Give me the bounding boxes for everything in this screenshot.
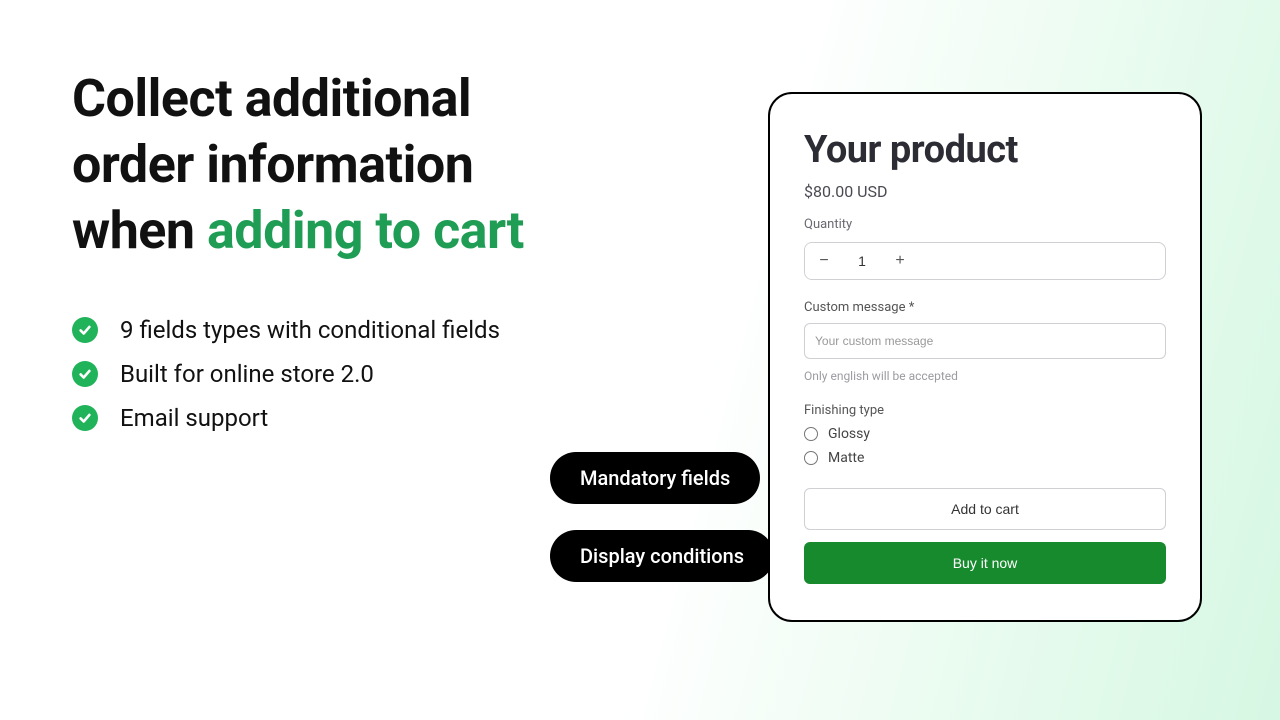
heading-accent: adding to cart — [207, 200, 524, 261]
feature-text: Built for online store 2.0 — [120, 360, 374, 388]
quantity-label: Quantity — [804, 217, 1166, 232]
finishing-radio-label[interactable]: Matte — [828, 450, 864, 466]
product-title: Your product — [804, 128, 1166, 172]
feature-text: 9 fields types with conditional fields — [120, 316, 500, 344]
finishing-radio-matte[interactable] — [804, 451, 818, 465]
page-title: Collect additional order information whe… — [72, 66, 672, 264]
feature-list: 9 fields types with conditional fields B… — [72, 316, 672, 432]
quantity-increment-button[interactable]: + — [881, 243, 919, 279]
feature-item: Email support — [72, 404, 672, 432]
custom-message-label: Custom message * — [804, 300, 1166, 315]
feature-item: 9 fields types with conditional fields — [72, 316, 672, 344]
heading-line-2: order information — [72, 134, 473, 195]
check-icon — [72, 317, 98, 343]
quantity-decrement-button[interactable]: − — [805, 243, 843, 279]
product-price: $80.00 USD — [804, 182, 1166, 201]
custom-message-hint: Only english will be accepted — [804, 369, 1166, 383]
finishing-type-label: Finishing type — [804, 403, 1166, 418]
add-to-cart-button[interactable]: Add to cart — [804, 488, 1166, 530]
buy-it-now-button[interactable]: Buy it now — [804, 542, 1166, 584]
custom-message-input[interactable] — [804, 323, 1166, 359]
finishing-radio-glossy[interactable] — [804, 427, 818, 441]
heading-line-1: Collect additional — [72, 68, 471, 129]
finishing-radio-label[interactable]: Glossy — [828, 426, 870, 442]
feature-text: Email support — [120, 404, 268, 432]
display-conditions-pill: Display conditions — [550, 530, 774, 582]
check-icon — [72, 405, 98, 431]
quantity-stepper: − + — [804, 242, 1166, 280]
quantity-input[interactable] — [843, 243, 881, 279]
heading-line-3-prefix: when — [72, 200, 207, 261]
finishing-option: Glossy — [804, 426, 1166, 442]
finishing-type-group: Finishing type Glossy Matte — [804, 403, 1166, 466]
mandatory-fields-pill: Mandatory fields — [550, 452, 760, 504]
finishing-option: Matte — [804, 450, 1166, 466]
product-card: Your product $80.00 USD Quantity − + Cus… — [768, 92, 1202, 622]
feature-item: Built for online store 2.0 — [72, 360, 672, 388]
check-icon — [72, 361, 98, 387]
